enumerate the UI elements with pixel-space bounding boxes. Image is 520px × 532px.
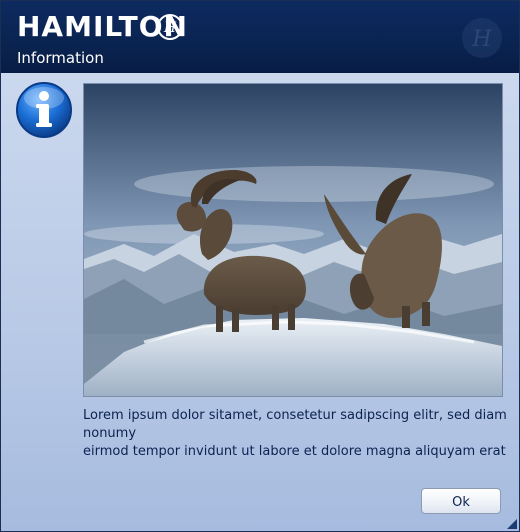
information-dialog: HAMILTON H Information H Lorem ipsum dol… — [0, 0, 520, 532]
hamilton-watermark-icon: H — [462, 18, 502, 58]
ibex-photo — [83, 83, 503, 397]
resize-grip-icon[interactable] — [505, 517, 517, 529]
svg-text:H: H — [163, 20, 177, 36]
info-icon — [16, 82, 72, 138]
message-line: eirmod tempor invidunt ut labore et dolo… — [83, 444, 506, 459]
hamilton-h-icon: H — [157, 14, 183, 40]
dialog-title: Information — [17, 49, 104, 67]
ibex-photo-image — [84, 84, 502, 396]
message-line: nonumy — [83, 426, 137, 441]
dialog-header: HAMILTON H Information H — [1, 1, 519, 73]
message-line: Lorem ipsum dolor sitamet, consetetur sa… — [83, 408, 507, 423]
message-text: Lorem ipsum dolor sitamet, consetetur sa… — [83, 407, 507, 461]
svg-text:H: H — [471, 27, 492, 52]
ok-button[interactable]: Ok — [421, 488, 501, 514]
dialog-content: Lorem ipsum dolor sitamet, consetetur sa… — [1, 73, 519, 531]
